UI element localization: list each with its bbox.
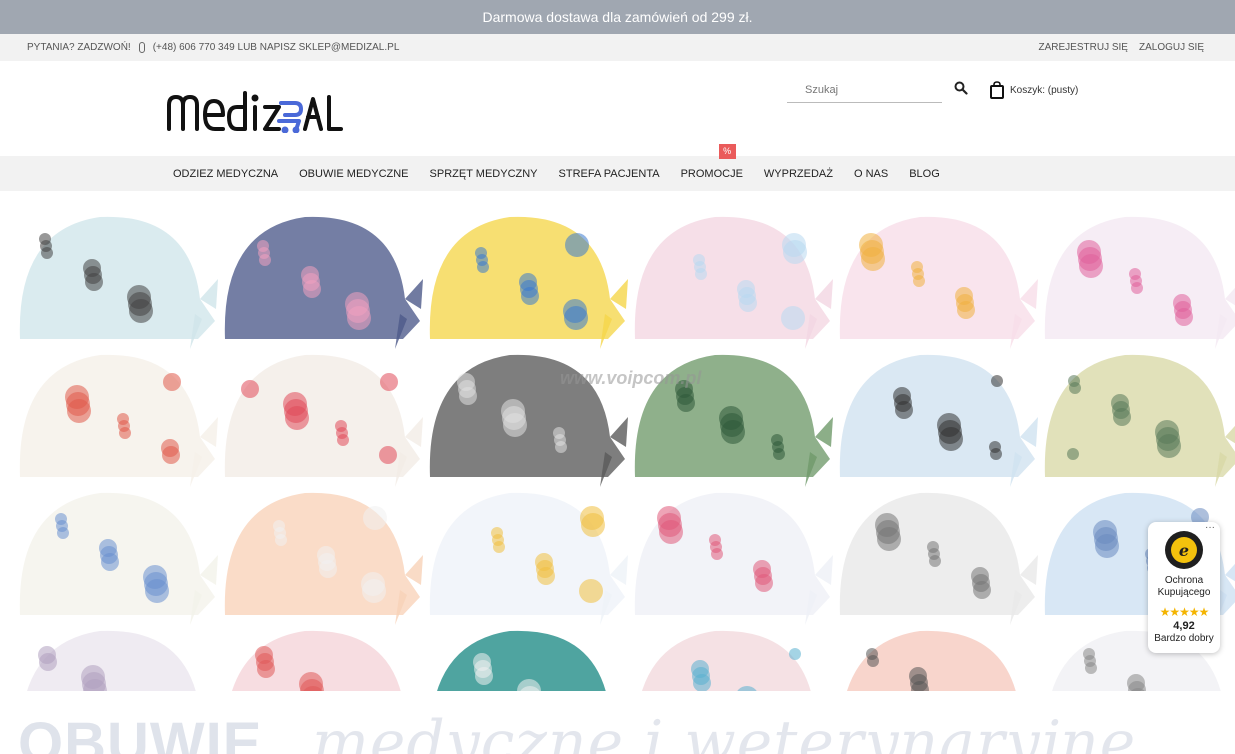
more-icon[interactable]: ··· bbox=[1205, 522, 1215, 533]
nav-item-label: OBUWIE MEDYCZNE bbox=[299, 167, 409, 180]
nav-item-label: WYPRZEDAŻ bbox=[763, 167, 833, 180]
search-input[interactable] bbox=[787, 79, 937, 101]
phone-icon bbox=[138, 42, 145, 53]
scrub-cap bbox=[224, 354, 423, 487]
cart-button[interactable]: Koszyk: (pusty) bbox=[990, 81, 1078, 99]
nav-item-label: PROMOCJE bbox=[680, 167, 743, 180]
nav-item-label: O NAS bbox=[853, 167, 889, 180]
header: Koszyk: (pusty) bbox=[0, 61, 1235, 156]
trusted-shops-badge[interactable]: ··· e Ochrona Kupującego ★★★★★ 4,92 Bard… bbox=[1148, 522, 1220, 653]
scrub-cap bbox=[1044, 216, 1235, 349]
bottom-banner-script: medyczne i weterynaryjne bbox=[312, 708, 1137, 754]
scrub-cap bbox=[839, 354, 1038, 487]
scrub-cap bbox=[19, 354, 218, 487]
promo-badge: % bbox=[718, 143, 736, 159]
trusted-seal-icon: e bbox=[1165, 531, 1203, 569]
hero-banner[interactable] bbox=[0, 191, 1235, 754]
promo-text: Darmowa dostawa dla zamówień od 299 zł. bbox=[482, 9, 753, 25]
rating-label: Bardzo dobry bbox=[1154, 633, 1214, 644]
nav-item-blog[interactable]: BLOG bbox=[909, 168, 940, 180]
top-bar: PYTANIA? ZADZWOŃ! (+48) 606 770 349 LUB … bbox=[0, 34, 1235, 61]
search-box bbox=[787, 79, 942, 103]
nav-item-wyprzeda-[interactable]: WYPRZEDAŻ bbox=[764, 168, 833, 180]
nav-item-label: SPRZĘT MEDYCZNY bbox=[429, 167, 538, 180]
svg-text:e: e bbox=[1179, 541, 1189, 560]
nav-item-o-nas[interactable]: O NAS bbox=[854, 168, 888, 180]
hero-image bbox=[0, 216, 1235, 754]
cart-label: Koszyk: (pusty) bbox=[1010, 84, 1079, 96]
nav-item-odziez-medyczna[interactable]: ODZIEZ MEDYCZNA bbox=[173, 168, 278, 180]
main-nav: ODZIEZ MEDYCZNA OBUWIE MEDYCZNE SPRZĘT MED… bbox=[0, 143, 1235, 191]
scrub-cap bbox=[224, 216, 423, 349]
bottom-banner-bold: OBUWIE bbox=[18, 711, 263, 754]
search-icon[interactable] bbox=[954, 81, 968, 95]
scrub-cap bbox=[839, 492, 1038, 625]
nav-item-obuwie-medyczne[interactable]: OBUWIE MEDYCZNE bbox=[299, 168, 408, 180]
bottom-banner: OBUWIE medyczne i weterynaryjne bbox=[18, 704, 1235, 754]
scrub-cap bbox=[839, 216, 1038, 349]
rating-score: 4,92 bbox=[1173, 620, 1195, 632]
register-link[interactable]: ZAREJESTRUJ SIĘ bbox=[1039, 42, 1128, 53]
logo[interactable] bbox=[165, 89, 343, 133]
nav-item-label: BLOG bbox=[909, 167, 940, 180]
nav-item-promocje[interactable]: PROMOCJE% bbox=[680, 143, 743, 180]
scrub-cap bbox=[429, 492, 628, 625]
shopping-bag-icon bbox=[990, 81, 1004, 99]
contact-label: PYTANIA? ZADZWOŃ! bbox=[27, 42, 131, 53]
watermark-text: www.voipcom.pl bbox=[560, 368, 702, 388]
scrub-cap bbox=[634, 216, 833, 349]
scrub-cap bbox=[634, 492, 833, 625]
scrub-cap bbox=[19, 492, 218, 625]
scrub-cap bbox=[224, 492, 423, 625]
badge-title: Ochrona Kupującego bbox=[1157, 575, 1211, 598]
promo-bar: Darmowa dostawa dla zamówień od 299 zł. bbox=[0, 0, 1235, 34]
scrub-cap bbox=[19, 216, 218, 349]
scrub-cap bbox=[1044, 354, 1235, 487]
nav-item-label: STREFA PACJENTA bbox=[558, 167, 660, 180]
nav-item-label: ODZIEZ MEDYCZNA bbox=[173, 167, 279, 180]
nav-item-sprz-t-medyczny[interactable]: SPRZĘT MEDYCZNY bbox=[430, 168, 538, 180]
contact-phone: (+48) 606 770 349 LUB NAPISZ SKLEP@MEDIZ… bbox=[152, 42, 400, 53]
login-link[interactable]: ZALOGUJ SIĘ bbox=[1139, 42, 1204, 53]
scrub-cap bbox=[429, 216, 628, 349]
rating-stars: ★★★★★ bbox=[1159, 605, 1210, 619]
nav-item-strefa-pacjenta[interactable]: STREFA PACJENTA bbox=[559, 168, 660, 180]
